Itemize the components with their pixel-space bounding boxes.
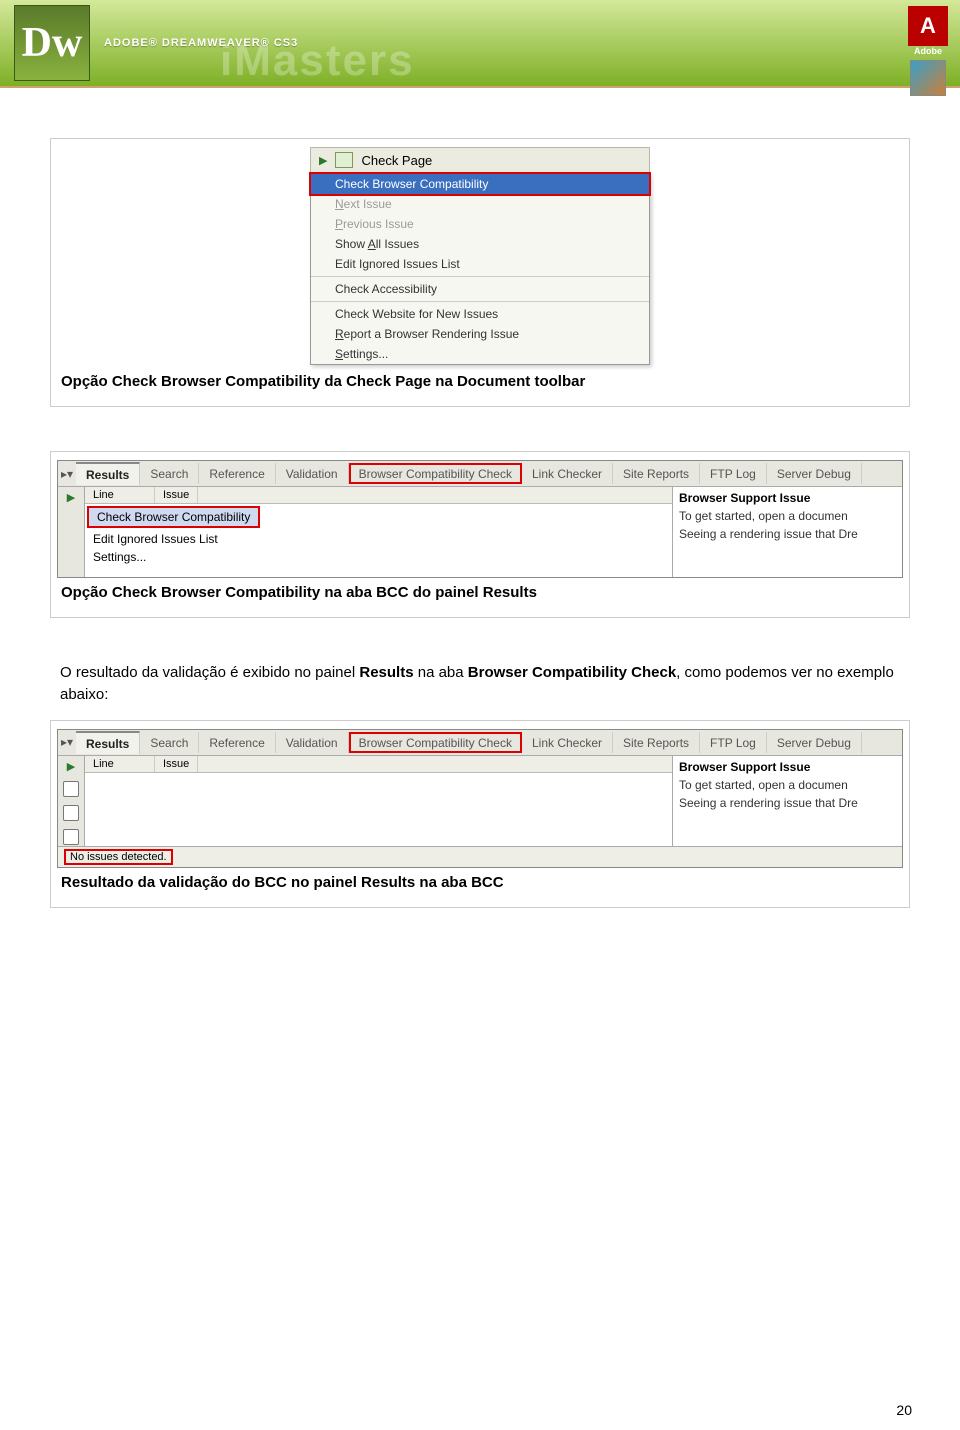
expand-icon[interactable]: ▸▾ xyxy=(58,735,76,749)
status-bar: No issues detected. xyxy=(58,846,902,867)
adobe-box: A Adobe xyxy=(908,6,948,96)
tab-search[interactable]: Search xyxy=(140,732,199,753)
status-text: No issues detected. xyxy=(64,849,173,865)
expand-icon[interactable]: ▸▾ xyxy=(58,467,76,481)
figure-2-caption: Opção Check Browser Compatibility na aba… xyxy=(61,584,899,601)
tab-reference[interactable]: Reference xyxy=(199,463,275,484)
col-issue: Issue xyxy=(155,756,198,772)
support-title: Browser Support Issue xyxy=(679,758,896,776)
tab-results[interactable]: Results xyxy=(76,462,140,485)
menu-item-report-issue[interactable]: Report a Browser Rendering Issue xyxy=(311,324,649,344)
support-line-2: Seeing a rendering issue that Dre xyxy=(679,525,896,543)
body-paragraph: O resultado da validação é exibido no pa… xyxy=(60,662,900,706)
figure-1-caption: Opção Check Browser Compatibility da Che… xyxy=(61,373,899,390)
figure-1-box: ▶ Check Page Check Browser Compatibility… xyxy=(50,138,910,407)
results-panel-2: ▸▾ Results Search Reference Validation B… xyxy=(57,729,903,868)
tab-link-checker[interactable]: Link Checker xyxy=(522,463,613,484)
tab-ftp-log[interactable]: FTP Log xyxy=(700,732,767,753)
menu-item-edit-ignored[interactable]: Edit Ignored Issues List xyxy=(311,254,649,274)
menu-item-previous-issue: Previous Issue xyxy=(311,214,649,234)
support-issue-pane: Browser Support Issue To get started, op… xyxy=(672,487,902,577)
tab-search[interactable]: Search xyxy=(140,463,199,484)
tab-reference[interactable]: Reference xyxy=(199,732,275,753)
stop-icon[interactable] xyxy=(63,781,79,797)
tab-validation[interactable]: Validation xyxy=(276,463,349,484)
support-line-1: To get started, open a documen xyxy=(679,776,896,794)
tab-bcc[interactable]: Browser Compatibility Check xyxy=(349,463,522,484)
col-issue: Issue xyxy=(155,487,198,503)
menu-item-check-website[interactable]: Check Website for New Issues xyxy=(311,304,649,324)
check-page-label: Check Page xyxy=(361,153,432,168)
figure-3-box: ▸▾ Results Search Reference Validation B… xyxy=(50,720,910,908)
issues-grid: Line Issue Check Browser Compatibility E… xyxy=(84,487,672,577)
page-number: 20 xyxy=(896,1402,912,1418)
menu-item-check-accessibility[interactable]: Check Accessibility xyxy=(311,279,649,299)
tab-server-debug[interactable]: Server Debug xyxy=(767,732,862,753)
check-page-button[interactable]: ▶ Check Page xyxy=(310,147,650,173)
tab-site-reports[interactable]: Site Reports xyxy=(613,463,700,484)
tab-ftp-log[interactable]: FTP Log xyxy=(700,463,767,484)
support-title: Browser Support Issue xyxy=(679,489,896,507)
dreamweaver-logo-icon: Dw xyxy=(14,5,90,81)
cube-icon xyxy=(910,60,946,96)
tab-validation[interactable]: Validation xyxy=(276,732,349,753)
tab-results[interactable]: Results xyxy=(76,731,140,754)
tab-bcc[interactable]: Browser Compatibility Check xyxy=(349,732,522,753)
row-settings[interactable]: Settings... xyxy=(85,548,672,566)
support-line-1: To get started, open a documen xyxy=(679,507,896,525)
tab-site-reports[interactable]: Site Reports xyxy=(613,732,700,753)
play-icon[interactable]: ▶ xyxy=(67,760,75,773)
tab-link-checker[interactable]: Link Checker xyxy=(522,732,613,753)
watermark-text: iMasters xyxy=(220,36,415,86)
highlight-box: Check Browser Compatibility xyxy=(309,172,651,196)
page-header: Dw ADOBE® DREAMWEAVER® CS3 iMasters A Ad… xyxy=(0,0,960,88)
row-edit-ignored[interactable]: Edit Ignored Issues List xyxy=(85,530,672,548)
figure-3-caption: Resultado da validação do BCC no painel … xyxy=(61,874,899,891)
play-icon[interactable]: ▶ xyxy=(67,491,75,504)
support-line-2: Seeing a rendering issue that Dre xyxy=(679,794,896,812)
figure-2-box: ▸▾ Results Search Reference Validation B… xyxy=(50,451,910,618)
results-panel-1: ▸▾ Results Search Reference Validation B… xyxy=(57,460,903,578)
col-line: Line xyxy=(85,487,155,503)
support-issue-pane-2: Browser Support Issue To get started, op… xyxy=(672,756,902,846)
menu-item-show-all[interactable]: Show All Issues xyxy=(311,234,649,254)
save-icon[interactable] xyxy=(63,829,79,845)
results-tabbar: ▸▾ Results Search Reference Validation B… xyxy=(58,461,902,487)
menu-item-next-issue: Next Issue xyxy=(311,194,649,214)
page-check-icon xyxy=(335,152,353,168)
menu-item-settings[interactable]: Settings... xyxy=(311,344,649,364)
results-tabbar-2: ▸▾ Results Search Reference Validation B… xyxy=(58,730,902,756)
panel-side-icons: ▶ xyxy=(58,487,84,577)
play-icon: ▶ xyxy=(319,154,327,167)
issues-grid-2: Line Issue xyxy=(84,756,672,846)
row-check-browser-compat[interactable]: Check Browser Compatibility xyxy=(89,508,258,526)
panel-side-icons: ▶ xyxy=(58,756,84,846)
adobe-label: Adobe xyxy=(908,46,948,56)
check-page-menu: ▶ Check Page Check Browser Compatibility… xyxy=(310,147,650,365)
col-line: Line xyxy=(85,756,155,772)
dropdown-menu: Check Browser Compatibility Next Issue P… xyxy=(310,173,650,365)
menu-item-check-browser-compat[interactable]: Check Browser Compatibility xyxy=(311,174,649,194)
info-icon[interactable] xyxy=(63,805,79,821)
adobe-logo-icon: A xyxy=(908,6,948,46)
tab-server-debug[interactable]: Server Debug xyxy=(767,463,862,484)
